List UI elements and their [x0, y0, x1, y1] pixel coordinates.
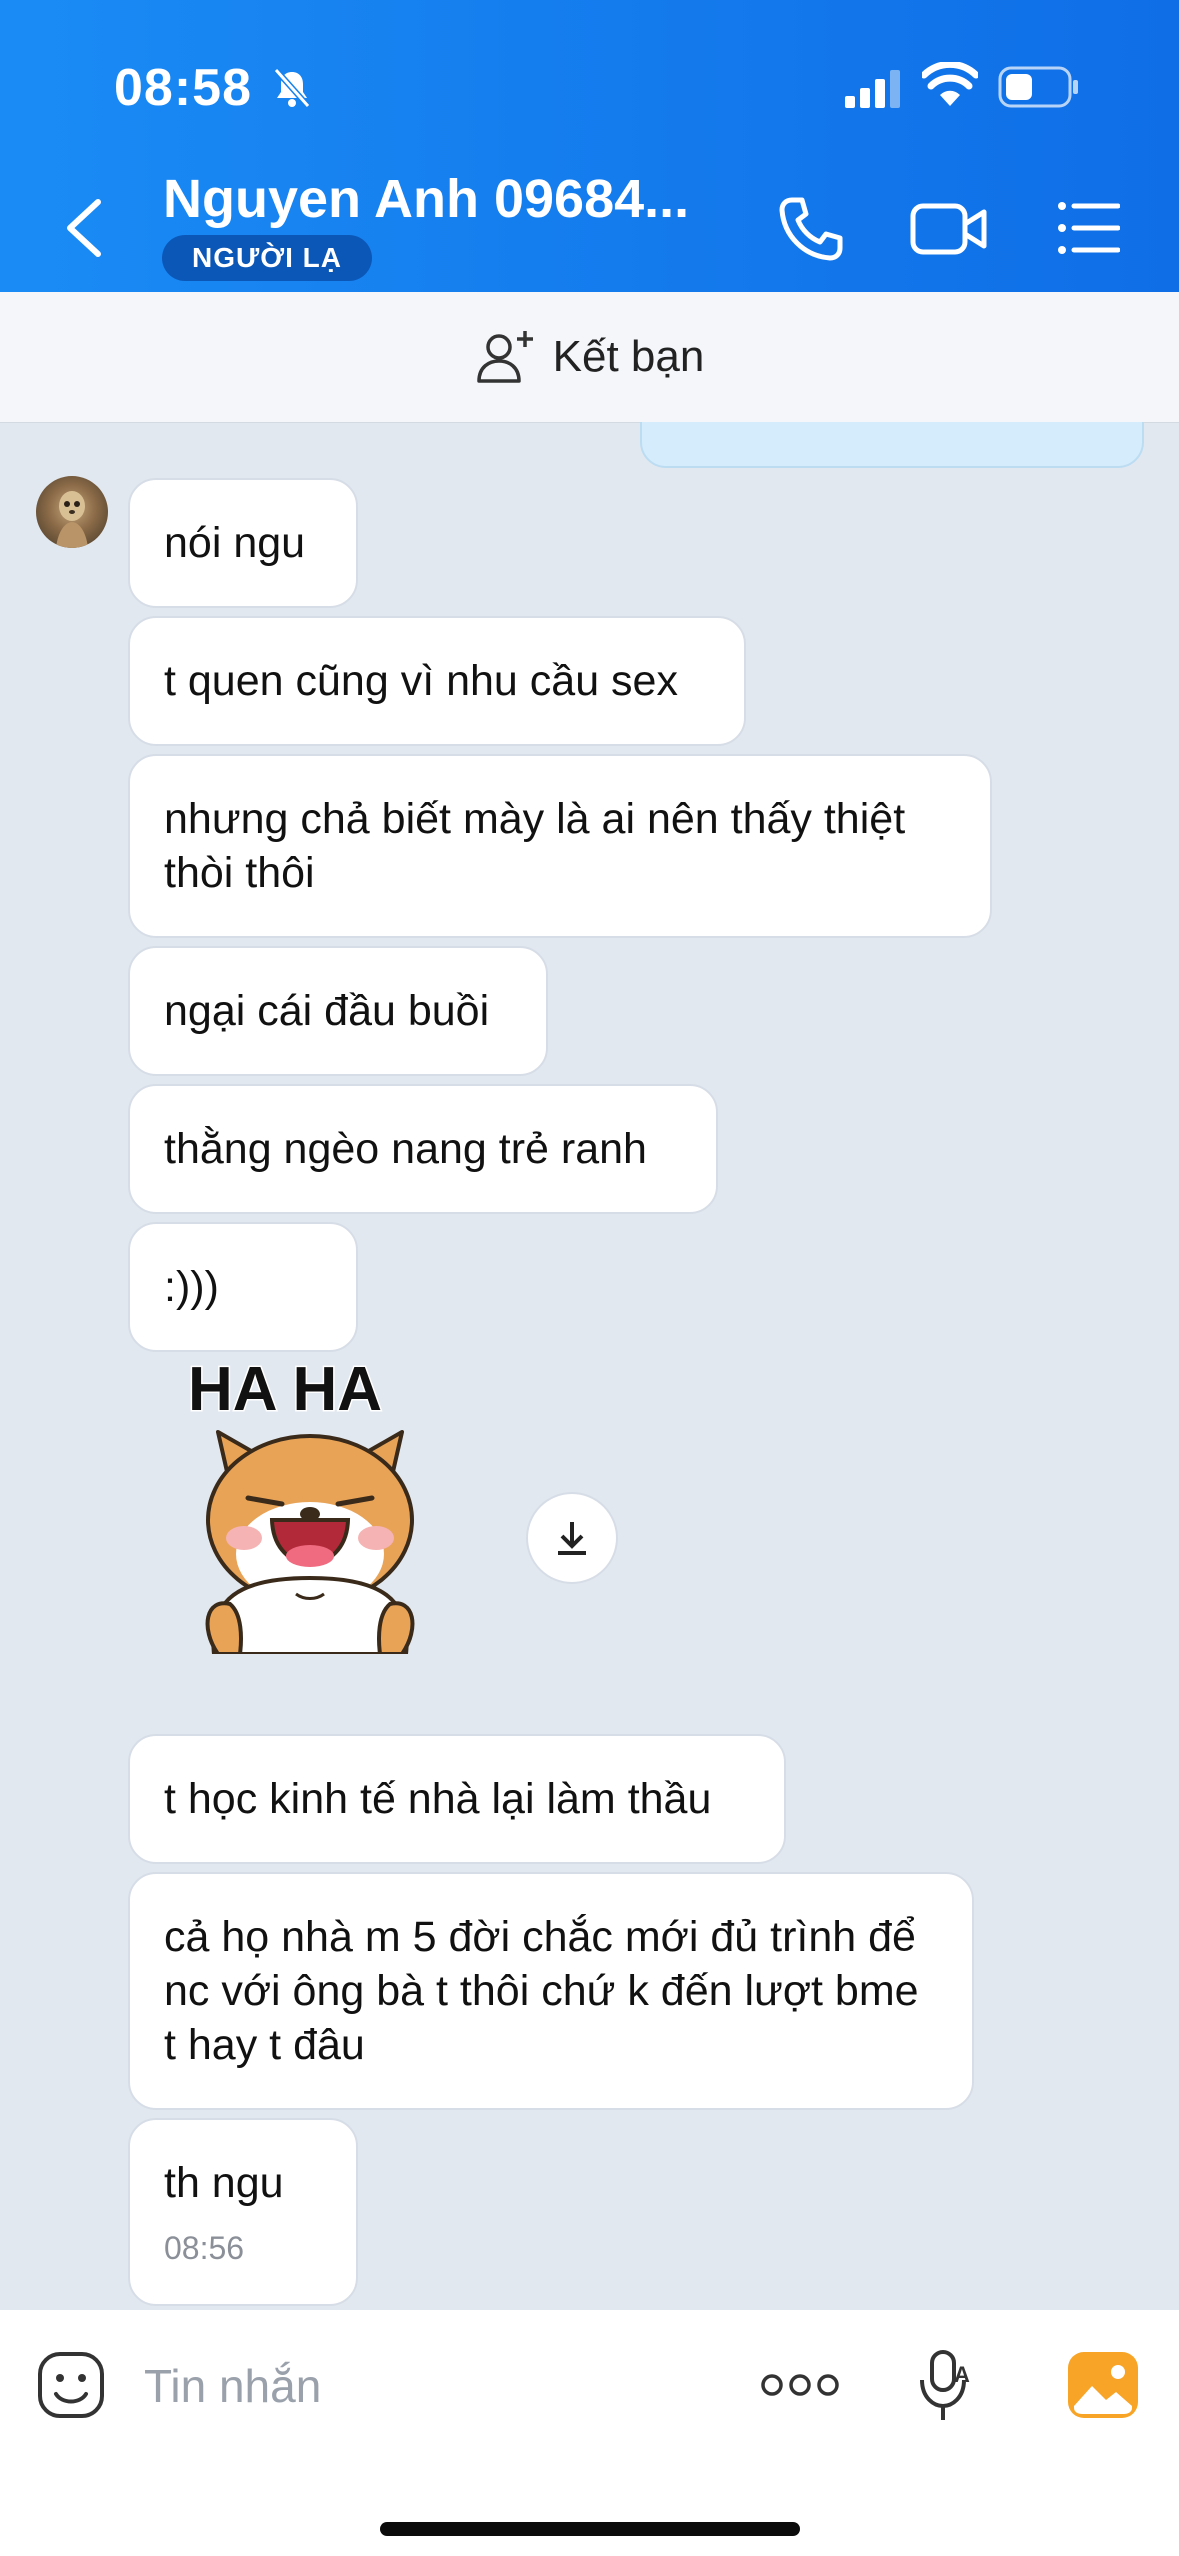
- wifi-icon: [922, 62, 978, 106]
- add-friend-label: Kết bạn: [552, 332, 705, 381]
- message-timestamp: 08:56: [164, 2230, 245, 2266]
- sent-message-bubble[interactable]: [640, 422, 1144, 468]
- message-text: nhưng chả biết mày là ai nên thấy thiệt …: [164, 795, 906, 897]
- message-text: nói ngu: [164, 519, 306, 567]
- message-list[interactable]: nói ngu t quen cũng vì nhu cầu sex nhưng…: [0, 422, 1179, 2310]
- add-friend-button[interactable]: Kết bạn: [0, 292, 1179, 423]
- contact-name[interactable]: Nguyen Anh 09684...: [163, 168, 689, 230]
- message-input[interactable]: [142, 2350, 706, 2422]
- message-bubble[interactable]: nói ngu: [128, 478, 358, 608]
- status-time: 08:58: [114, 59, 252, 117]
- avatar[interactable]: [36, 476, 108, 548]
- add-user-icon: [476, 331, 533, 383]
- back-icon[interactable]: [62, 198, 106, 258]
- message-text: th ngu: [164, 2159, 284, 2207]
- message-bubble[interactable]: nhưng chả biết mày là ai nên thấy thiệt …: [128, 754, 992, 938]
- composer-bar: A: [0, 2310, 1179, 2556]
- message-bubble[interactable]: thằng ngèo nang trẻ ranh: [128, 1084, 718, 1214]
- download-icon: [558, 1522, 586, 1555]
- signal-icon: [845, 70, 900, 108]
- sticker-message[interactable]: HA HA: [160, 1348, 460, 1656]
- emoji-icon[interactable]: [36, 2350, 106, 2420]
- sticker-caption: HA HA: [188, 1355, 382, 1424]
- download-button[interactable]: [526, 1492, 618, 1584]
- message-bubble[interactable]: th ngu 08:56: [128, 2118, 358, 2306]
- battery-icon: [998, 66, 1078, 108]
- more-icon[interactable]: [760, 2370, 840, 2400]
- message-bubble[interactable]: t học kinh tế nhà lại làm thầu: [128, 1734, 786, 1864]
- message-text: t quen cũng vì nhu cầu sex: [164, 657, 678, 705]
- phone-icon[interactable]: [778, 196, 844, 262]
- message-text: thằng ngèo nang trẻ ranh: [164, 1125, 647, 1173]
- message-bubble[interactable]: :))): [128, 1222, 358, 1352]
- stranger-badge: NGƯỜI LẠ: [162, 235, 372, 281]
- svg-text:A: A: [954, 2362, 970, 2387]
- message-text: :))): [164, 1263, 219, 1311]
- menu-list-icon[interactable]: [1056, 200, 1120, 256]
- video-icon[interactable]: [910, 200, 988, 258]
- image-icon[interactable]: [1066, 2350, 1140, 2420]
- message-bubble[interactable]: cả họ nhà m 5 đời chắc mới đủ trình để n…: [128, 1872, 974, 2110]
- bell-muted-icon: [273, 68, 311, 108]
- chat-header: 08:58 Nguyen Anh 09684... NGƯỜI LẠ: [0, 0, 1179, 292]
- message-text: t học kinh tế nhà lại làm thầu: [164, 1775, 712, 1823]
- message-text: ngại cái đầu buồi: [164, 987, 490, 1035]
- microphone-icon[interactable]: A: [916, 2348, 976, 2424]
- message-bubble[interactable]: t quen cũng vì nhu cầu sex: [128, 616, 746, 746]
- home-indicator: [380, 2522, 800, 2536]
- message-bubble[interactable]: ngại cái đầu buồi: [128, 946, 548, 1076]
- message-text: cả họ nhà m 5 đời chắc mới đủ trình để n…: [164, 1913, 919, 2069]
